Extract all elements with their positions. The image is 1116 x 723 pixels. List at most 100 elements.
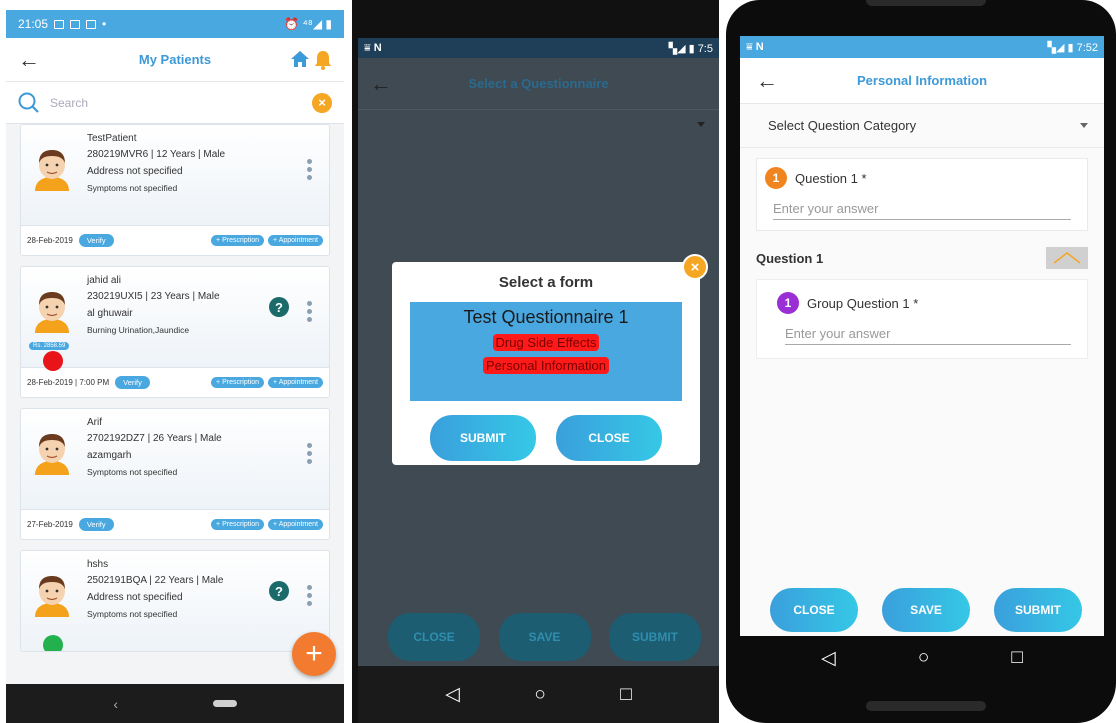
status-time: 21:05 <box>18 17 49 31</box>
avatar <box>35 576 69 617</box>
more-options-icon[interactable] <box>307 159 313 180</box>
close-button[interactable]: CLOSE <box>770 588 858 632</box>
add-prescription-button[interactable]: + Prescription <box>211 377 265 388</box>
screenshot-collage: 21:05 • ⏰ ⁴⁸◢ ▮ ← My Patients Search × T… <box>0 0 1116 723</box>
patient-card[interactable]: TestPatient 280219MVR6 | 12 Years | Male… <box>20 124 330 256</box>
system-nav-bar: ‹ <box>6 684 344 723</box>
form-option[interactable]: Test Questionnaire 1 <box>463 307 628 328</box>
status-bar: ⩸ N ▚◢ ▮ 7:5 <box>358 38 719 58</box>
answer-input[interactable] <box>773 201 1071 220</box>
patient-name: hshs <box>87 559 109 570</box>
system-nav-bar: ◁ ○ □ <box>740 636 1104 680</box>
verify-button[interactable]: Verify <box>115 376 150 389</box>
app-bar: ← Select a Questionnaire <box>358 58 719 110</box>
search-row: × <box>6 82 344 124</box>
add-prescription-button[interactable]: + Prescription <box>211 235 265 246</box>
phone-speaker <box>866 0 986 6</box>
verify-button[interactable]: Verify <box>78 518 114 531</box>
status-dot <box>43 635 63 651</box>
close-button[interactable]: CLOSE <box>388 613 480 661</box>
question-number-badge: 1 <box>765 167 787 189</box>
bell-icon[interactable] <box>314 50 332 70</box>
group-question-number-badge: 1 <box>777 292 799 314</box>
patient-card[interactable]: Rs. 2858.59 jahid ali 230219UXI5 | 23 Ye… <box>20 266 330 398</box>
patient-date: 28-Feb-2019 | 7:00 PM <box>27 378 110 387</box>
form-buttons: CLOSE SAVE SUBMIT <box>770 588 1082 632</box>
group-header-label: Question 1 <box>756 250 824 266</box>
status-bar: 21:05 • ⏰ ⁴⁸◢ ▮ <box>6 10 344 38</box>
more-options-icon[interactable] <box>307 443 313 464</box>
status-icons: ▚◢ ▮ 7:5 <box>668 42 713 55</box>
more-options-icon[interactable] <box>307 301 313 322</box>
select-questionnaire-screen: ⩸ N ▚◢ ▮ 7:5 ← Select a Questionnaire CL… <box>352 0 719 723</box>
message-icon <box>70 19 81 29</box>
nav-recents-icon[interactable]: □ <box>620 684 631 706</box>
patient-symptoms: Symptoms not specified <box>87 609 178 619</box>
patient-symptoms: Symptoms not specified <box>87 183 178 193</box>
add-appointment-button[interactable]: + Appointment <box>268 377 323 388</box>
status-dot <box>43 351 63 371</box>
patient-symptoms: Burning Urination,Jaundice <box>87 325 190 335</box>
patient-date: 27-Feb-2019 <box>27 520 73 529</box>
personal-information-screen: ⩸ N ▚◢ ▮ 7:52 ← Personal Information Sel… <box>726 0 1116 723</box>
form-option[interactable]: Drug Side Effects <box>492 334 600 351</box>
patient-card[interactable]: hshs 2502191BQA | 22 Years | Male Addres… <box>20 550 330 652</box>
patient-list: TestPatient 280219MVR6 | 12 Years | Male… <box>6 124 344 662</box>
search-input[interactable] <box>50 95 312 110</box>
patient-card[interactable]: Arif 2702192DZ7 | 26 Years | Male azamga… <box>20 408 330 540</box>
home-icon[interactable] <box>290 50 310 68</box>
question-label: Question 1 * <box>795 170 867 186</box>
status-left-icons: ⩸ N <box>364 41 382 54</box>
add-appointment-button[interactable]: + Appointment <box>268 519 323 530</box>
form-option[interactable]: Personal Information <box>483 357 609 374</box>
patient-id-line: 280219MVR6 | 12 Years | Male <box>87 149 226 160</box>
nav-home-icon[interactable]: ○ <box>918 647 929 669</box>
dropdown-caret-icon[interactable] <box>697 122 705 127</box>
more-options-icon[interactable] <box>307 585 313 606</box>
group-answer-input[interactable] <box>785 326 1071 345</box>
app-bar: ← Personal Information <box>740 58 1104 104</box>
nav-back-icon[interactable]: ◁ <box>821 647 836 670</box>
submit-button[interactable]: SUBMIT <box>609 613 701 661</box>
save-icon <box>86 19 97 29</box>
dialog-close-button[interactable]: CLOSE <box>556 415 662 461</box>
group-question-label: Group Question 1 * <box>807 295 919 311</box>
question-group-header[interactable]: Question 1 <box>740 243 1104 273</box>
dialog-close-icon[interactable]: × <box>682 254 708 280</box>
nav-recents-icon[interactable]: □ <box>1011 647 1022 669</box>
chevron-down-icon <box>1080 123 1088 128</box>
nav-home-icon[interactable]: ○ <box>534 684 545 706</box>
add-prescription-button[interactable]: + Prescription <box>211 519 265 530</box>
search-icon <box>18 92 39 113</box>
avatar <box>35 292 69 333</box>
system-nav-bar: ◁ ○ □ <box>358 666 719 723</box>
patient-date: 28-Feb-2019 <box>27 236 73 245</box>
nav-back-icon[interactable]: ◁ <box>445 683 460 706</box>
patient-name: TestPatient <box>87 133 137 144</box>
question-icon[interactable]: ? <box>269 297 289 317</box>
patient-name: Arif <box>87 417 102 428</box>
add-appointment-button[interactable]: + Appointment <box>268 235 323 246</box>
chevron-up-icon <box>1053 252 1081 264</box>
nav-home-icon[interactable] <box>212 700 237 707</box>
verify-button[interactable]: Verify <box>78 234 114 247</box>
back-arrow-icon[interactable]: ← <box>18 47 46 73</box>
bottom-buttons: CLOSE SAVE SUBMIT <box>388 613 701 661</box>
patient-address: azamgarh <box>87 450 132 461</box>
add-patient-button[interactable]: + <box>292 632 336 676</box>
status-left-icons: ⩸ N <box>746 40 764 53</box>
dot-icon: • <box>102 17 107 31</box>
save-button[interactable]: SAVE <box>498 613 591 661</box>
collapse-toggle[interactable] <box>1046 247 1088 269</box>
question-icon[interactable]: ? <box>269 581 289 601</box>
clear-search-icon[interactable]: × <box>312 92 332 113</box>
status-bar: ⩸ N ▚◢ ▮ 7:52 <box>740 36 1104 58</box>
question-category-select[interactable]: Select Question Category <box>740 104 1104 148</box>
submit-button[interactable]: SUBMIT <box>994 588 1082 632</box>
nav-back-icon[interactable]: ‹ <box>113 696 118 712</box>
category-select-label: Select Question Category <box>768 118 917 133</box>
page-title: Select a Questionnaire <box>468 76 609 91</box>
page-title: Personal Information <box>856 73 988 88</box>
save-button[interactable]: SAVE <box>882 588 970 632</box>
dialog-submit-button[interactable]: SUBMIT <box>430 415 536 461</box>
